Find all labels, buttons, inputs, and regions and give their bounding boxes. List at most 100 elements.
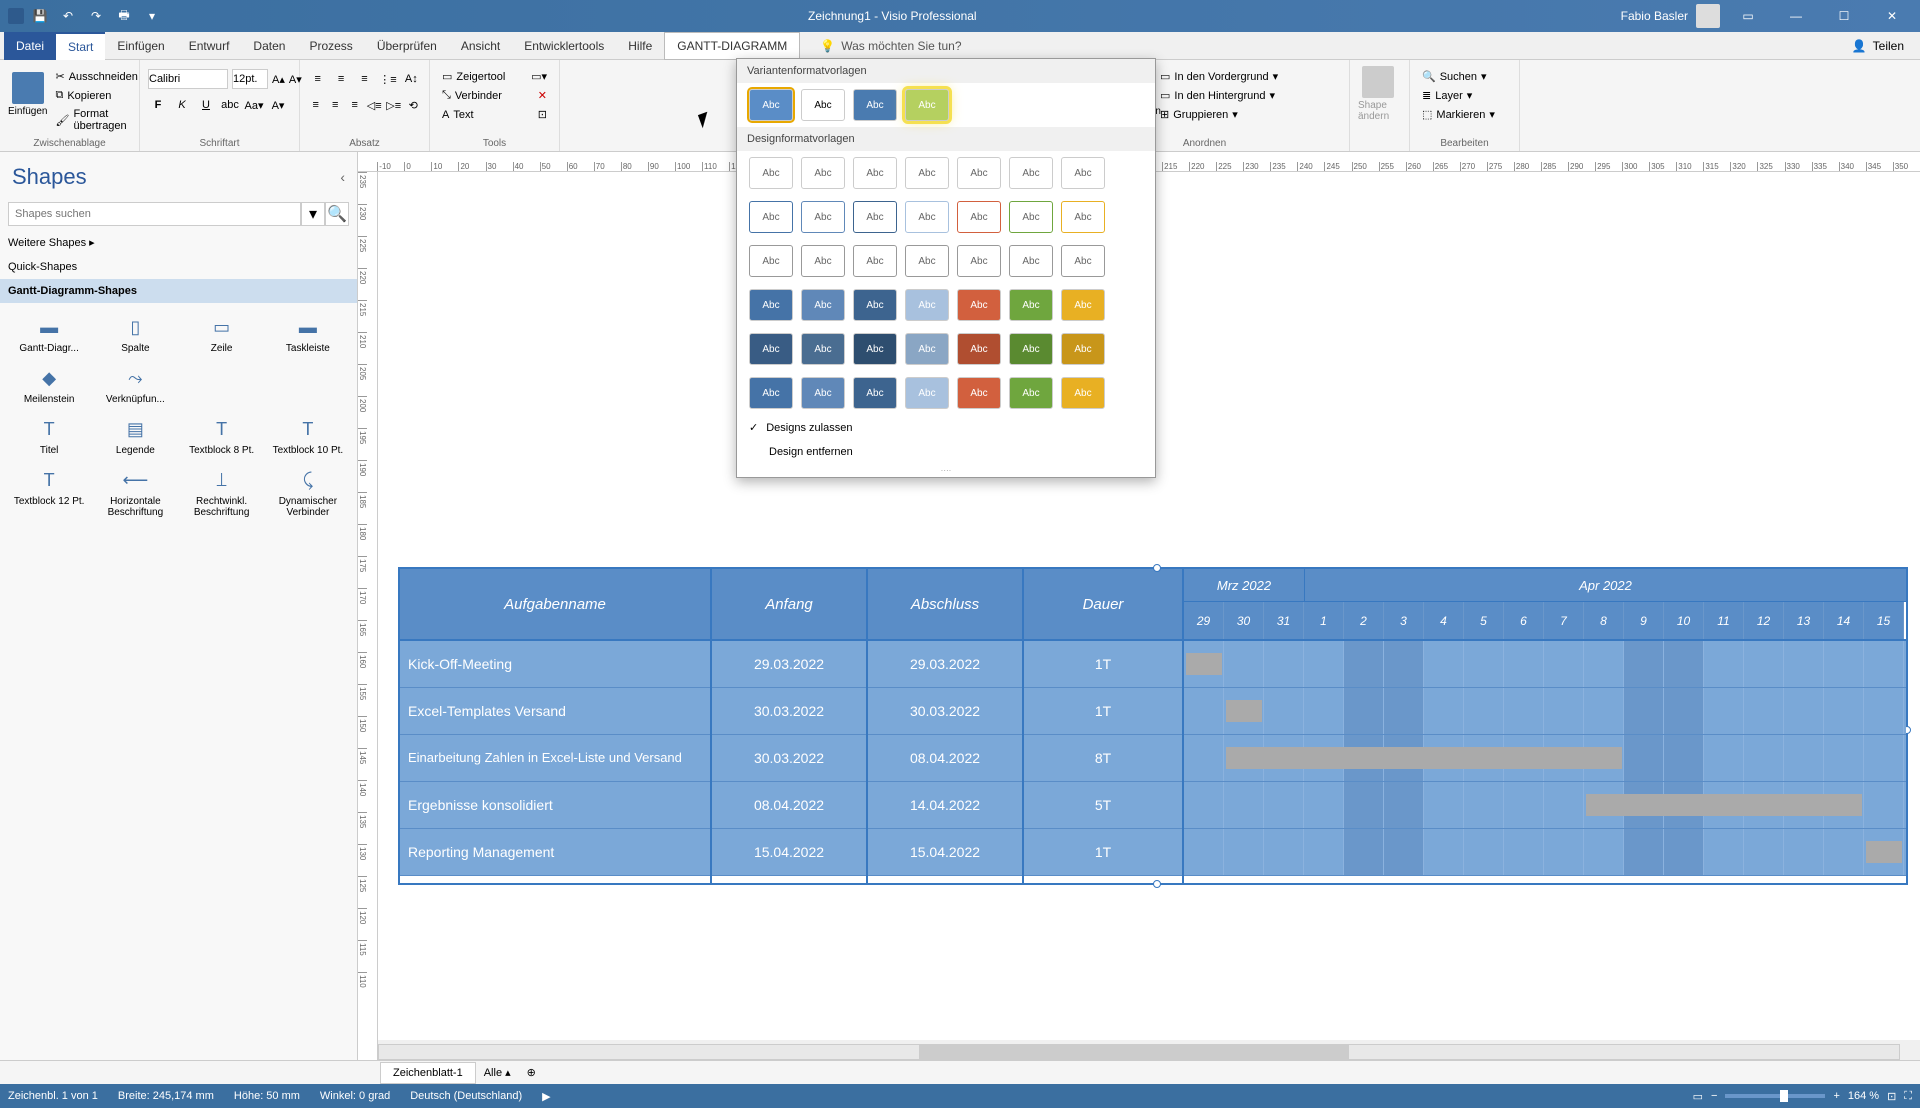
gantt-bar-1[interactable]: [1226, 700, 1262, 722]
paste-button[interactable]: Einfügen: [8, 64, 47, 124]
tab-insert[interactable]: Einfügen: [105, 32, 176, 60]
align-right-button[interactable]: ≡: [347, 95, 363, 115]
user-name[interactable]: Fabio Basler: [1621, 9, 1688, 23]
quick-shapes-item[interactable]: Quick-Shapes: [0, 255, 357, 279]
design-style-0-5[interactable]: Abc: [1009, 157, 1053, 189]
zoom-in-button[interactable]: +: [1833, 1090, 1839, 1102]
variant-style-1[interactable]: Abc: [749, 89, 793, 121]
sheet-tab-1[interactable]: Zeichenblatt-1: [380, 1062, 476, 1084]
gantt-cell-tasks-4[interactable]: Reporting Management: [400, 829, 710, 876]
qat-customize-button[interactable]: ▾: [140, 4, 164, 28]
design-style-3-0[interactable]: Abc: [749, 289, 793, 321]
design-style-3-6[interactable]: Abc: [1061, 289, 1105, 321]
more-shapes-item[interactable]: Weitere Shapes ▸: [0, 230, 357, 255]
scroll-thumb-h[interactable]: [919, 1045, 1349, 1059]
design-style-5-0[interactable]: Abc: [749, 377, 793, 409]
col-header-task[interactable]: Aufgabenname: [400, 569, 710, 641]
design-style-1-5[interactable]: Abc: [1009, 201, 1053, 233]
day-header-10[interactable]: 10: [1664, 602, 1704, 639]
fullscreen-button[interactable]: ⛶: [1904, 1090, 1912, 1103]
gantt-cell-starts-0[interactable]: 29.03.2022: [712, 641, 866, 688]
design-style-3-1[interactable]: Abc: [801, 289, 845, 321]
redo-button[interactable]: ↷: [84, 4, 108, 28]
shapes-search-input[interactable]: [8, 202, 301, 226]
gantt-cell-tasks-1[interactable]: Excel-Templates Versand: [400, 688, 710, 735]
close-button[interactable]: ✕: [1872, 4, 1912, 28]
tab-data[interactable]: Daten: [241, 32, 297, 60]
shape-item-0[interactable]: ▬Gantt-Diagr...: [8, 311, 90, 358]
gantt-cell-durs-0[interactable]: 1T: [1024, 641, 1182, 688]
macro-record-icon[interactable]: ▶: [542, 1090, 550, 1103]
design-style-4-4[interactable]: Abc: [957, 333, 1001, 365]
shape-item-8[interactable]: TTitel: [8, 413, 90, 460]
case-button[interactable]: Aa▾: [244, 95, 264, 115]
ribbon-display-button[interactable]: ▭: [1728, 4, 1768, 28]
rotate-text-button[interactable]: ⟲: [406, 95, 422, 115]
design-style-5-6[interactable]: Abc: [1061, 377, 1105, 409]
design-style-1-3[interactable]: Abc: [905, 201, 949, 233]
day-header-6[interactable]: 6: [1504, 602, 1544, 639]
bring-front-button[interactable]: ▭In den Vordergrund▾: [1156, 68, 1282, 85]
design-style-0-0[interactable]: Abc: [749, 157, 793, 189]
shape-item-12[interactable]: TTextblock 12 Pt.: [8, 464, 90, 522]
design-style-5-5[interactable]: Abc: [1009, 377, 1053, 409]
design-style-2-1[interactable]: Abc: [801, 245, 845, 277]
gantt-bar-4[interactable]: [1866, 841, 1902, 863]
gantt-cell-ends-4[interactable]: 15.04.2022: [868, 829, 1022, 876]
tab-design[interactable]: Entwurf: [177, 32, 242, 60]
tab-developer[interactable]: Entwicklertools: [512, 32, 616, 60]
gantt-cell-tasks-2[interactable]: Einarbeitung Zahlen in Excel-Liste und V…: [400, 735, 710, 782]
col-header-end[interactable]: Abschluss: [868, 569, 1022, 641]
design-style-2-2[interactable]: Abc: [853, 245, 897, 277]
day-header-15[interactable]: 15: [1864, 602, 1904, 639]
design-style-1-6[interactable]: Abc: [1061, 201, 1105, 233]
status-language[interactable]: Deutsch (Deutschland): [410, 1090, 522, 1102]
select-button[interactable]: ⬚Markieren▾: [1418, 106, 1511, 123]
send-back-button[interactable]: ▭In den Hintergrund▾: [1156, 87, 1282, 104]
day-header-14[interactable]: 14: [1824, 602, 1864, 639]
align-top-button[interactable]: ≡: [308, 69, 327, 89]
day-header-12[interactable]: 12: [1744, 602, 1784, 639]
day-header-3[interactable]: 3: [1384, 602, 1424, 639]
gantt-timeline-row-2[interactable]: [1184, 735, 1906, 782]
shape-item-13[interactable]: ⟵Horizontale Beschriftung: [94, 464, 176, 522]
underline-button[interactable]: U: [196, 95, 216, 115]
gantt-bar-0[interactable]: [1186, 653, 1222, 675]
gantt-cell-durs-1[interactable]: 1T: [1024, 688, 1182, 735]
shape-item-2[interactable]: ▭Zeile: [181, 311, 263, 358]
design-style-0-6[interactable]: Abc: [1061, 157, 1105, 189]
print-button[interactable]: 🖶: [112, 4, 136, 28]
text-tool-button[interactable]: AText⊡: [438, 106, 551, 123]
align-bottom-button[interactable]: ≡: [355, 69, 374, 89]
remove-design-item[interactable]: Design entfernen: [737, 440, 1155, 464]
undo-button[interactable]: ↶: [56, 4, 80, 28]
gantt-timeline-row-1[interactable]: [1184, 688, 1906, 735]
tab-help[interactable]: Hilfe: [616, 32, 664, 60]
selection-handle-n[interactable]: [1153, 564, 1161, 572]
gantt-cell-durs-2[interactable]: 8T: [1024, 735, 1182, 782]
layer-button[interactable]: ≣Layer▾: [1418, 87, 1511, 104]
day-header-5[interactable]: 5: [1464, 602, 1504, 639]
tab-review[interactable]: Überprüfen: [365, 32, 449, 60]
fit-page-button[interactable]: ⊡: [1887, 1090, 1896, 1103]
tell-me-search[interactable]: 💡 Was möchten Sie tun?: [820, 39, 961, 53]
text-direction-button[interactable]: A↕: [402, 69, 421, 89]
gantt-timeline-row-0[interactable]: [1184, 641, 1906, 688]
design-style-4-0[interactable]: Abc: [749, 333, 793, 365]
grow-font-button[interactable]: A▴: [272, 69, 285, 89]
user-avatar[interactable]: [1696, 4, 1720, 28]
design-style-4-2[interactable]: Abc: [853, 333, 897, 365]
design-style-0-1[interactable]: Abc: [801, 157, 845, 189]
font-color-button[interactable]: A▾: [268, 95, 288, 115]
shapes-search-dropdown[interactable]: ▾: [301, 202, 325, 226]
indent-less-button[interactable]: ◁≡: [367, 95, 383, 115]
day-header-1[interactable]: 1: [1304, 602, 1344, 639]
shape-item-15[interactable]: ⤹Dynamischer Verbinder: [267, 464, 349, 522]
align-left-button[interactable]: ≡: [308, 95, 324, 115]
shape-item-3[interactable]: ▬Taskleiste: [267, 311, 349, 358]
design-style-5-3[interactable]: Abc: [905, 377, 949, 409]
day-header-30[interactable]: 30: [1224, 602, 1264, 639]
gantt-chart-shape[interactable]: Aufgabenname Kick-Off-MeetingExcel-Templ…: [398, 567, 1908, 885]
italic-button[interactable]: K: [172, 95, 192, 115]
gantt-timeline-row-3[interactable]: [1184, 782, 1906, 829]
